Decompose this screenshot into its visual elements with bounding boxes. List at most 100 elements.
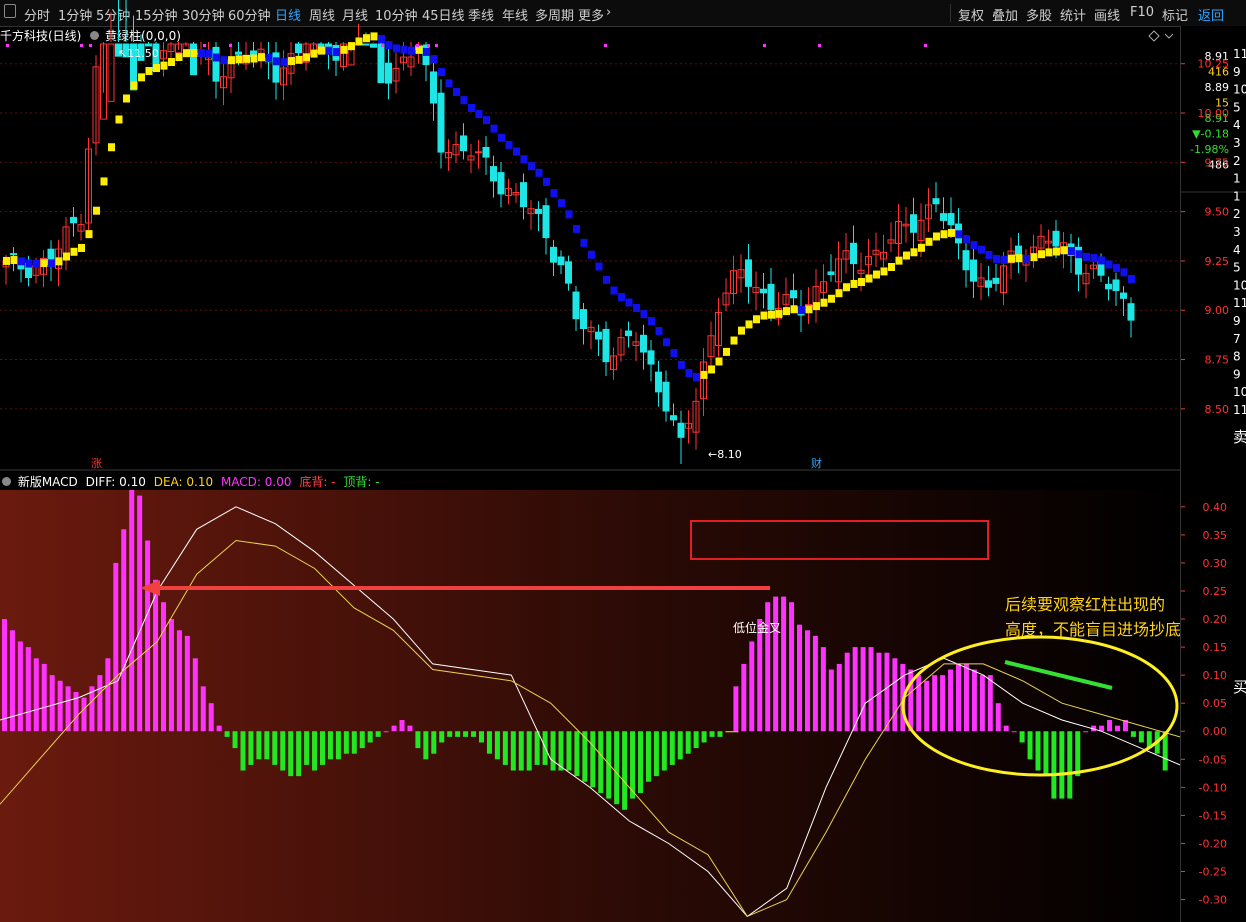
overlay-block [498, 133, 505, 142]
overlay-block [813, 302, 820, 311]
candle-body [790, 290, 797, 299]
macd-bar [836, 663, 842, 732]
overlay-block [408, 46, 415, 55]
overlay-block [723, 347, 730, 356]
overlay-block [198, 49, 205, 58]
overlay-block [678, 360, 685, 369]
event-flag-limit-up: 涨 [91, 457, 102, 470]
overlay-block [865, 274, 873, 283]
candle-body [460, 135, 467, 152]
macd-bar [1138, 731, 1144, 743]
macd-bar [41, 663, 47, 732]
overlay-block [1053, 247, 1060, 256]
macd-bar [463, 731, 469, 737]
macd-tick-label: 0.20 [1203, 613, 1228, 626]
overlay-block [243, 54, 250, 63]
macd-bar [399, 720, 405, 732]
back-button[interactable]: 返回 [1198, 5, 1224, 24]
macd-bar [1059, 731, 1065, 799]
overlay-block [400, 45, 408, 54]
overlay-block [708, 365, 715, 374]
macd-bar [717, 731, 723, 737]
macd-bar [797, 624, 802, 732]
top-marker-dot [435, 44, 438, 47]
overlay-block [595, 262, 603, 271]
chevron-up-icon[interactable] [1164, 33, 1174, 39]
overlay-block [85, 230, 93, 239]
overlay-block [768, 310, 775, 319]
macd-bar [137, 495, 143, 732]
overlay-block [1098, 256, 1105, 265]
overlay-block [933, 232, 940, 241]
overlay-block [40, 259, 48, 268]
top-marker-dot [427, 44, 430, 47]
candle-body [490, 166, 497, 182]
diamond-icon[interactable] [1148, 30, 1160, 42]
macd-bar [335, 731, 341, 760]
macd-bar [860, 647, 866, 732]
macd-name[interactable]: 新版MACD [18, 475, 78, 489]
overlay-block [213, 53, 220, 62]
overlay-block [100, 177, 108, 186]
macd-bar [320, 731, 325, 765]
edge-digit: 10 [1233, 385, 1246, 399]
macd-tick-label: 0.05 [1203, 697, 1228, 710]
overlay-block [468, 103, 475, 112]
overlay-block [753, 315, 760, 324]
overlay-block [265, 53, 273, 62]
macd-bar [97, 675, 103, 732]
overlay-block [423, 47, 430, 56]
edge-digit: 11 [1233, 47, 1246, 61]
edge-digit: 8 [1233, 350, 1241, 364]
overlay-block [1128, 275, 1135, 284]
macd-bar [884, 652, 890, 732]
bottom-divergence: 底背: - [299, 475, 336, 489]
overlay-block [880, 267, 888, 276]
overlay-block [835, 289, 843, 298]
quote-value: ▼-0.18 [1192, 128, 1229, 141]
candle-body [10, 253, 17, 256]
macd-bar [25, 647, 31, 732]
overlay-block [760, 311, 768, 320]
overlay-block [535, 168, 543, 177]
high-price-marker: ↖11.50 [118, 47, 159, 60]
overlay-block [790, 305, 798, 314]
macd-bar [979, 675, 985, 732]
candle-body [850, 242, 857, 265]
macd-bar [510, 731, 516, 771]
overlay-block [55, 257, 63, 266]
overlay-block [843, 283, 850, 292]
macd-tick-label: -0.10 [1199, 781, 1227, 794]
edge-digit: 3 [1233, 136, 1241, 150]
candle-body [970, 259, 977, 282]
macd-dropdown-icon[interactable] [2, 477, 11, 486]
candle-body [385, 62, 392, 84]
top-marker-dot [80, 44, 83, 47]
top-marker-dot [818, 44, 821, 47]
macd-bar [820, 647, 826, 732]
macd-bar [1003, 725, 1009, 732]
macd-bar [971, 669, 977, 732]
overlay-block [543, 177, 550, 186]
macd-bar [709, 731, 715, 737]
overlay-block [828, 294, 835, 303]
candle-body [1015, 245, 1022, 256]
macd-bar [168, 619, 174, 732]
overlay-block [288, 56, 295, 65]
overlay-block [573, 224, 580, 233]
overlay-block [130, 81, 138, 90]
top-marker-dot [416, 44, 419, 47]
edge-digit: 5 [1233, 100, 1241, 114]
candle-body [190, 43, 197, 76]
candle-body [542, 205, 550, 239]
macd-tick-label: -0.30 [1199, 894, 1227, 907]
overlay-block [820, 298, 828, 307]
macd-bar [49, 675, 55, 732]
overlay-block [190, 49, 198, 58]
edge-digit: 11 [1233, 403, 1246, 417]
candle-body [107, 43, 115, 102]
macd-bar [598, 731, 604, 793]
overlay-block [340, 45, 348, 54]
macd-bar [781, 596, 787, 732]
overlay-block [528, 162, 535, 171]
